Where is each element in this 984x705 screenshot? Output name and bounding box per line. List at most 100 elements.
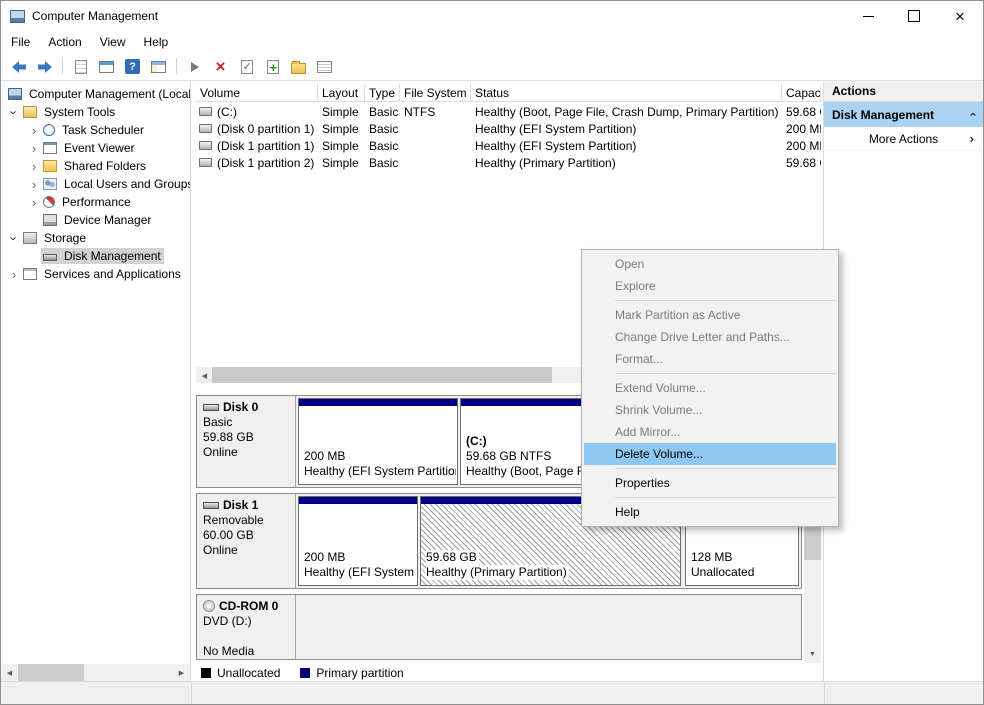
column-header-type[interactable]: Type [365,84,400,101]
scroll-right-icon[interactable]: ▶ [173,664,190,681]
chevron-expanded-icon[interactable] [8,231,21,245]
menu-item-help[interactable]: Help [582,501,838,523]
menu-item-change-drive-letter: Change Drive Letter and Paths... [582,326,838,348]
scrollbar-thumb[interactable] [212,367,552,383]
help-icon[interactable] [121,55,144,78]
column-header-file-system[interactable]: File System [400,84,471,101]
partition-disk0-efi[interactable]: 200 MB Healthy (EFI System Partition) [298,398,458,485]
sidebar-item-label: Shared Folders [61,158,149,174]
disk-icon [203,502,219,509]
column-header-status[interactable]: Status [471,84,782,101]
sidebar-item-label: Local Users and Groups [61,176,190,192]
table-row-disk1-partition2[interactable]: (Disk 1 partition 2) Simple Basic Health… [196,154,821,171]
scroll-left-icon[interactable]: ◀ [1,664,18,681]
column-header-capacity[interactable]: Capacity [782,84,821,101]
sidebar-item-device-manager[interactable]: Device Manager [1,211,190,229]
collapse-chevron-icon[interactable] [964,112,979,116]
partition-disk1-efi[interactable]: 200 MB Healthy (EFI System Partition) [298,496,418,586]
chevron-collapsed-icon[interactable] [27,124,41,137]
sidebar-item-computer-management[interactable]: Computer Management (Local) [1,85,190,103]
tree-horizontal-scrollbar[interactable]: ◀ ▶ [1,664,190,681]
menu-separator [615,468,836,469]
cdrom0-row: CD-ROM 0 DVD (D:) No Media [196,594,802,660]
partition-status: Unallocated [691,565,797,580]
table-row-disk0-partition1[interactable]: (Disk 0 partition 1) Simple Basic Health… [196,120,821,137]
forward-icon[interactable] [33,55,56,78]
column-header-volume[interactable]: Volume [196,84,318,101]
menu-view[interactable]: View [92,32,136,52]
volume-capacity: 200 MB [782,122,821,136]
volume-layout: Simple [318,122,365,136]
sidebar-item-task-scheduler[interactable]: Task Scheduler [1,121,190,139]
users-icon [43,178,57,190]
table-row-volume-c[interactable]: (C:) Simple Basic NTFS Healthy (Boot, Pa… [196,103,821,120]
context-menu: Open Explore Mark Partition as Active Ch… [581,249,839,527]
sidebar-item-event-viewer[interactable]: Event Viewer [1,139,190,157]
selected-tree-item: Disk Management [41,248,164,264]
open-folder-icon[interactable] [287,55,310,78]
minimize-button[interactable] [845,1,891,31]
performance-icon [43,196,55,208]
actions-group-disk-management[interactable]: Disk Management [824,102,983,127]
disk-media-status: No Media [203,644,295,659]
menu-separator [615,373,836,374]
sidebar-item-services-and-applications[interactable]: Services and Applications [1,265,190,283]
chevron-collapsed-icon[interactable] [27,142,41,155]
back-icon[interactable] [7,55,30,78]
chevron-collapsed-icon[interactable] [27,160,41,173]
list-window-icon[interactable] [95,55,118,78]
maximize-button[interactable] [891,1,937,31]
scrollbar-thumb[interactable] [18,664,84,681]
chevron-collapsed-icon[interactable] [27,196,41,209]
menu-item-properties[interactable]: Properties [582,472,838,494]
chevron-collapsed-icon[interactable] [27,178,41,191]
app-icon [10,10,25,23]
partition-size: 200 MB [304,449,456,464]
add-volume-icon[interactable] [261,55,284,78]
menu-file[interactable]: File [3,32,40,52]
sidebar-item-local-users-and-groups[interactable]: Local Users and Groups [1,175,190,193]
menu-action[interactable]: Action [40,32,91,52]
chevron-expanded-icon[interactable] [8,105,21,119]
disk-type: Basic [203,415,295,430]
validate-doc-icon[interactable] [235,55,258,78]
drive-icon [199,141,212,150]
sidebar-item-storage[interactable]: Storage [1,229,190,247]
services-icon [23,268,37,280]
menu-help[interactable]: Help [136,32,179,52]
device-manager-icon [43,214,57,226]
column-header-layout[interactable]: Layout [318,84,365,101]
action-arrow-icon[interactable] [183,55,206,78]
sidebar-item-label: Storage [41,230,89,246]
sidebar-item-label: System Tools [41,104,118,120]
export-list-icon[interactable] [69,55,92,78]
scroll-down-icon[interactable]: ▼ [804,646,821,663]
sidebar-item-performance[interactable]: Performance [1,193,190,211]
cdrom0-label[interactable]: CD-ROM 0 DVD (D:) No Media [197,595,296,659]
task-scheduler-icon [43,124,55,136]
sidebar-item-label: Services and Applications [41,266,184,282]
disk-size: 59.88 GB [203,430,295,445]
menu-item-add-mirror: Add Mirror... [582,421,838,443]
menu-item-delete-volume[interactable]: Delete Volume... [584,443,836,465]
more-actions-button[interactable]: More Actions [824,127,983,151]
volume-status: Healthy (EFI System Partition) [471,139,782,153]
disk0-label[interactable]: Disk 0 Basic 59.88 GB Online [197,396,296,487]
close-button[interactable] [937,1,983,31]
sidebar-item-system-tools[interactable]: System Tools [1,103,190,121]
sidebar-item-shared-folders[interactable]: Shared Folders [1,157,190,175]
cd-rom-icon [203,600,215,612]
form-fields-icon[interactable] [313,55,336,78]
scroll-left-icon[interactable]: ◀ [196,367,213,384]
chevron-collapsed-icon[interactable] [7,268,21,281]
console-window-icon[interactable] [147,55,170,78]
disk1-label[interactable]: Disk 1 Removable 60.00 GB Online [197,494,296,588]
menu-item-format: Format... [582,348,838,370]
sidebar-item-disk-management[interactable]: Disk Management [1,247,190,265]
menu-separator [615,300,836,301]
volume-capacity: 200 MB [782,139,821,153]
table-row-disk1-partition1[interactable]: (Disk 1 partition 1) Simple Basic Health… [196,137,821,154]
sidebar-item-label: Computer Management (Local) [26,86,190,102]
delete-icon[interactable] [209,55,232,78]
legend-label: Unallocated [217,666,280,680]
